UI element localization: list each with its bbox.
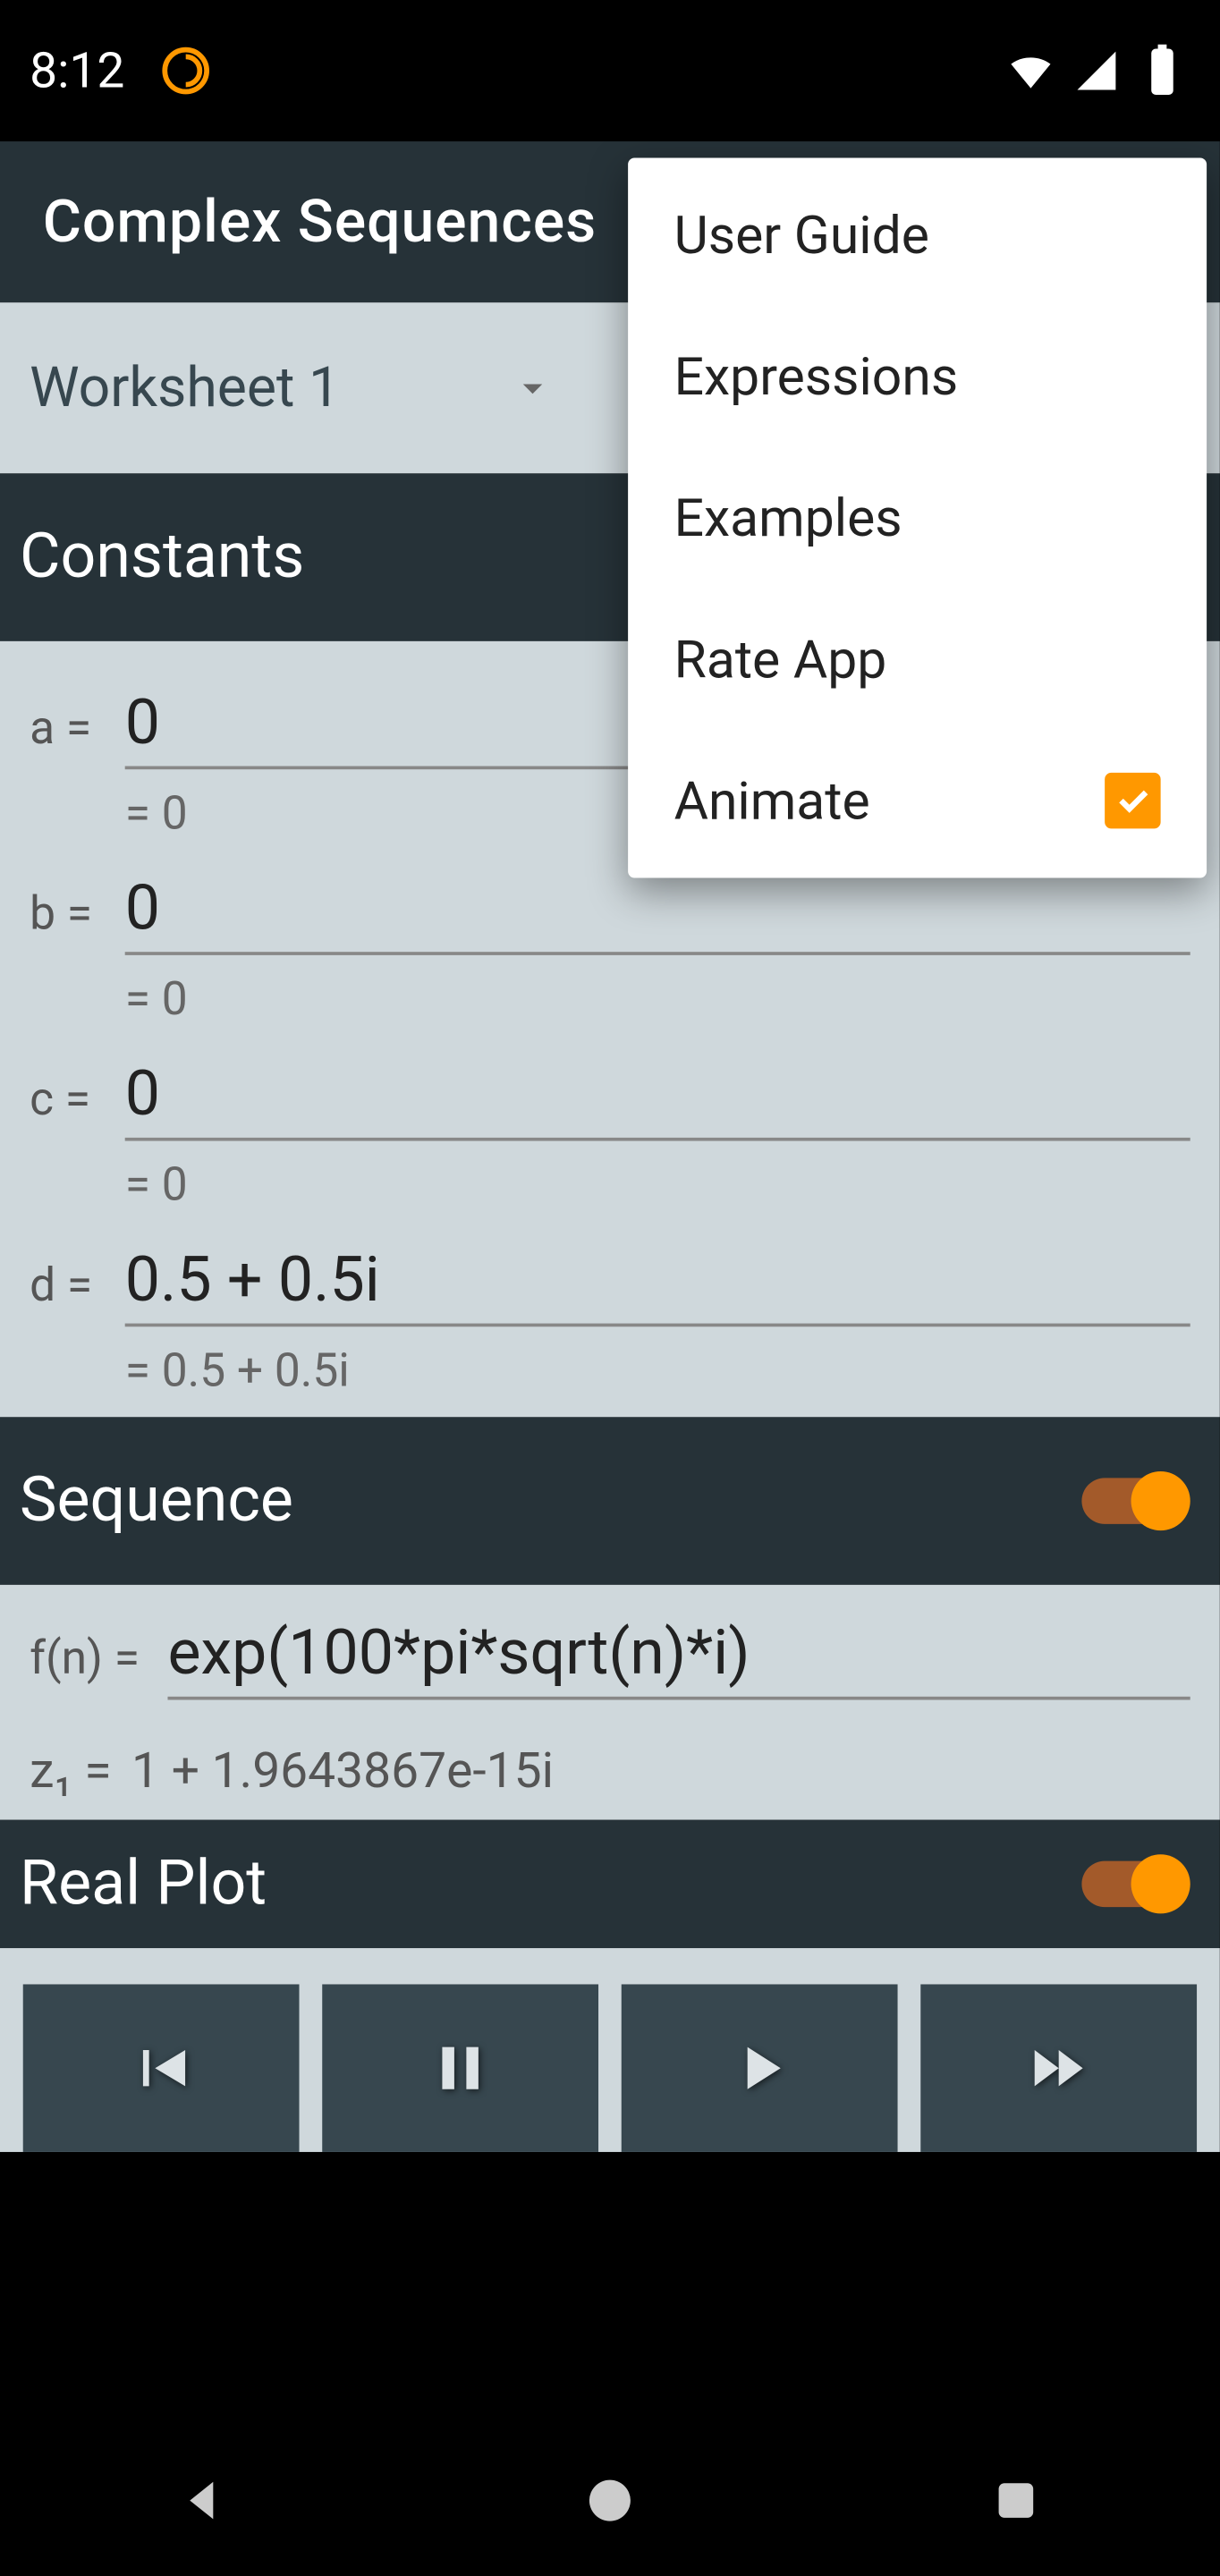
chevron-down-icon [500,355,566,421]
worksheet-label: Worksheet 1 [30,355,500,421]
sequence-toggle[interactable] [1081,1471,1190,1530]
nav-back-icon[interactable] [167,2464,240,2537]
nav-home-icon[interactable] [573,2464,646,2537]
menu-expressions[interactable]: Expressions [628,306,1207,447]
menu-item-label: User Guide [674,204,929,267]
constant-c-label: c = [30,1072,125,1126]
app-title: Complex Sequences [43,188,597,257]
play-button[interactable] [622,1984,898,2151]
menu-item-label: Animate [674,769,870,832]
realplot-toggle[interactable] [1081,1854,1190,1913]
constant-d-label: d = [30,1258,125,1312]
constant-a-label: a = [30,700,125,755]
player-controls [0,1948,1220,2152]
constant-b-label: b = [30,886,125,941]
status-time: 8:12 [30,42,124,99]
menu-examples[interactable]: Examples [628,447,1207,589]
battery-icon [1134,43,1190,98]
nav-recent-icon[interactable] [980,2464,1053,2537]
menu-item-label: Expressions [674,345,959,408]
fn-label: f(n) = [30,1631,167,1685]
signal-icon [1069,43,1124,98]
z1-label: z₁ = [30,1742,131,1800]
menu-user-guide[interactable]: User Guide [628,165,1207,306]
skip-previous-button[interactable] [23,1984,300,2151]
constant-b-result: = 0 [30,955,1190,1032]
status-bar: 8:12 [0,0,1220,141]
sequence-title: Sequence [20,1465,1081,1538]
section-sequence-header: Sequence [0,1417,1220,1584]
overflow-menu: User Guide Expressions Examples Rate App… [628,157,1207,877]
constant-c-input[interactable] [125,1055,1190,1141]
wifi-icon [1003,43,1058,98]
menu-rate-app[interactable]: Rate App [628,589,1207,730]
sequence-area: f(n) = z₁ = 1 + 1.9643867e-15i [0,1585,1220,1820]
checkbox-checked-icon [1105,773,1160,828]
pause-button[interactable] [322,1984,598,2151]
fn-input[interactable] [167,1614,1190,1700]
constant-b-input[interactable] [125,869,1190,955]
constant-d-result: = 0.5 + 0.5i [30,1326,1190,1403]
z1-value: 1 + 1.9643867e-15i [131,1742,554,1800]
fast-forward-button[interactable] [920,1984,1197,2151]
menu-animate[interactable]: Animate [628,730,1207,871]
constant-d-input[interactable] [125,1241,1190,1327]
app-status-icon [157,43,213,98]
section-realplot-header: Real Plot [0,1820,1220,1948]
realplot-title: Real Plot [20,1848,1081,1920]
constant-c-result: = 0 [30,1141,1190,1218]
constant-row-d: d = [30,1218,1190,1326]
menu-item-label: Rate App [674,628,887,691]
nav-bar [0,2427,1220,2574]
constant-row-c: c = [30,1032,1190,1140]
menu-item-label: Examples [674,487,902,549]
